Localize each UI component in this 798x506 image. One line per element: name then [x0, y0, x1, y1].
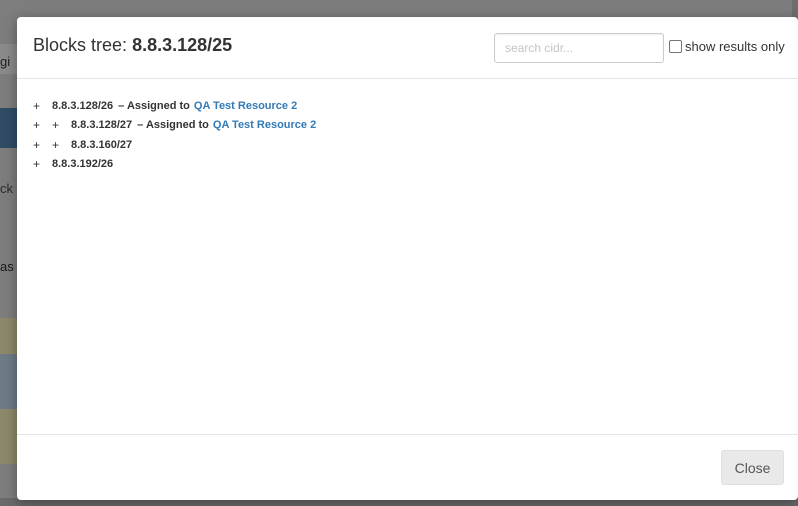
modal-body: + 8.8.3.128/26 – Assigned to QA Test Res… — [17, 80, 798, 434]
close-button[interactable]: Close — [721, 450, 784, 485]
tree-row: + + 8.8.3.160/27 — [33, 135, 782, 155]
tree-row: + + 8.8.3.128/27 – Assigned to QA Test R… — [33, 116, 782, 136]
tree-row-resource-link[interactable]: QA Test Resource 2 — [194, 100, 297, 112]
modal-header: Blocks tree: 8.8.3.128/25 show results o… — [17, 17, 798, 79]
search-cidr-input[interactable] — [494, 33, 664, 63]
background-text-fragment: as — [0, 259, 14, 274]
tree-row: + 8.8.3.128/26 – Assigned to QA Test Res… — [33, 96, 782, 116]
background-text-fragment: ck — [0, 181, 13, 196]
tree-row-cidr: 8.8.3.192/26 — [52, 158, 114, 171]
tree-row-cidr: 8.8.3.160/27 — [71, 138, 133, 151]
blocks-tree-modal: Blocks tree: 8.8.3.128/25 show results o… — [17, 17, 798, 500]
show-results-only-checkbox[interactable] — [669, 40, 682, 53]
tree-row-cidr: 8.8.3.128/27 — [71, 119, 133, 132]
tree-row-cidr: 8.8.3.128/26 — [52, 99, 114, 112]
expand-icon[interactable]: + — [52, 138, 71, 152]
show-results-only-label: show results only — [685, 39, 785, 54]
show-results-only-toggle[interactable]: show results only — [669, 39, 785, 54]
expand-icon[interactable]: + — [33, 138, 52, 152]
modal-title-cidr: 8.8.3.128/25 — [132, 35, 233, 55]
tree-row-resource-link[interactable]: QA Test Resource 2 — [213, 119, 316, 131]
blocks-tree: + 8.8.3.128/26 – Assigned to QA Test Res… — [33, 96, 782, 174]
expand-icon[interactable]: + — [33, 118, 52, 132]
expand-icon[interactable]: + — [33, 99, 52, 113]
background-text-fragment: gi — [0, 54, 11, 69]
expand-icon[interactable]: + — [52, 118, 71, 132]
tree-row-assigned-text: – Assigned to — [118, 99, 190, 112]
tree-row: + 8.8.3.192/26 — [33, 155, 782, 175]
modal-title: Blocks tree: 8.8.3.128/25 — [33, 35, 232, 56]
modal-title-prefix: Blocks tree: — [33, 35, 128, 55]
expand-icon[interactable]: + — [33, 157, 52, 171]
tree-row-assigned-text: – Assigned to — [137, 119, 209, 132]
modal-footer: Close — [17, 434, 798, 500]
